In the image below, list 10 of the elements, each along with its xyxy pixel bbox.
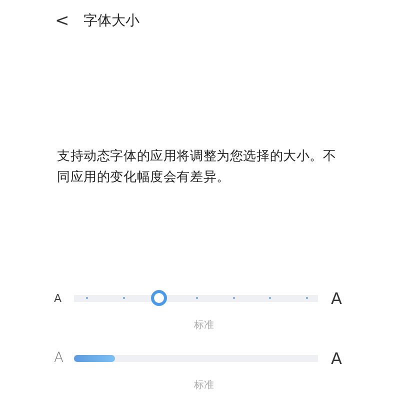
- slider-thumb[interactable]: [151, 290, 168, 306]
- description-text: 支持动态字体的应用将调整为您选择的大小。不同应用的变化幅度会有差异。: [57, 148, 338, 187]
- small-font-label: A: [54, 350, 65, 366]
- large-font-label: A: [330, 288, 342, 308]
- size-caption: 标准: [193, 318, 215, 332]
- page-title: 字体大小: [83, 12, 140, 30]
- small-font-label: A: [54, 292, 63, 304]
- back-button[interactable]: <: [55, 11, 70, 31]
- large-font-label: A: [330, 348, 342, 368]
- size-caption: 标准: [193, 378, 215, 392]
